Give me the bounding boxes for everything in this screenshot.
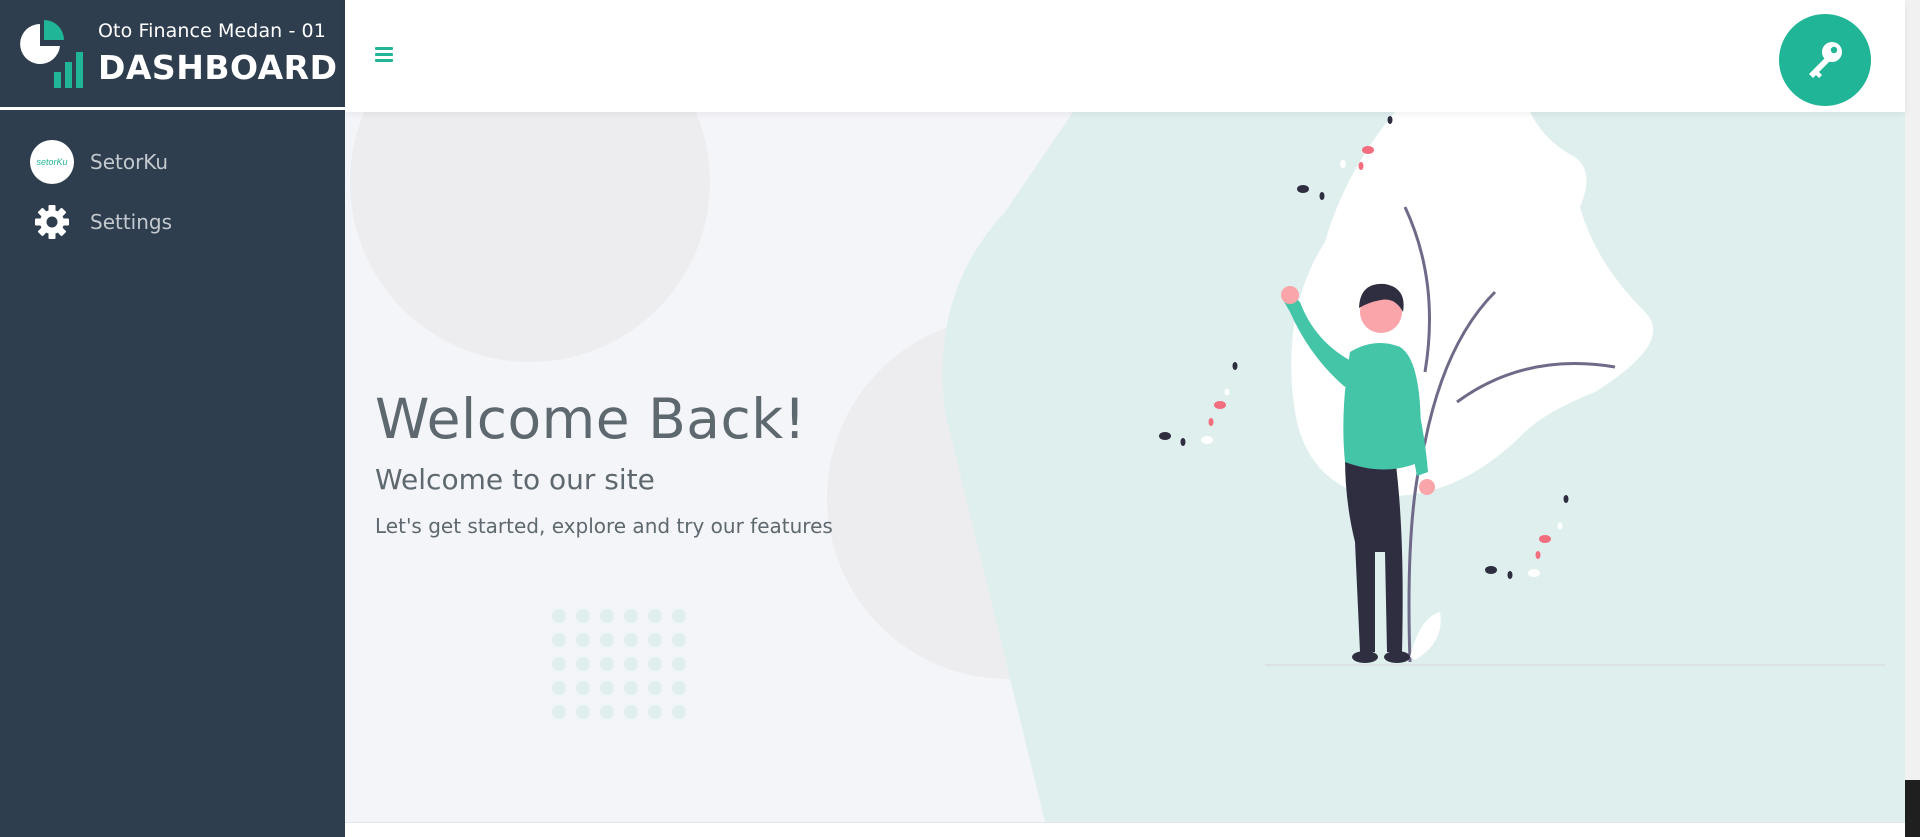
sidebar-item-settings[interactable]: Settings xyxy=(0,192,345,252)
hamburger-icon[interactable] xyxy=(375,47,393,63)
sidebar-item-setorku[interactable]: setorKu SetorKu xyxy=(0,132,345,192)
sidebar: Oto Finance Medan - 01 DASHBOARD setorKu… xyxy=(0,0,345,837)
decor-circle xyxy=(827,317,1189,679)
dashboard-logo-icon xyxy=(12,16,88,92)
decor-circle xyxy=(350,112,710,362)
welcome-description: Let's get started, explore and try our f… xyxy=(375,514,833,538)
setorku-logo-text: setorKu xyxy=(36,157,68,167)
welcome-title: Welcome Back! xyxy=(375,387,807,451)
welcome-section: Welcome Back! Welcome to our site Let's … xyxy=(375,387,833,538)
main-content: Welcome Back! Welcome to our site Let's … xyxy=(345,112,1905,822)
welcome-subtitle: Welcome to our site xyxy=(375,463,655,496)
sidebar-menu: setorKu SetorKu Settings xyxy=(0,110,345,252)
user-menu-button[interactable] xyxy=(1779,14,1871,106)
setorku-logo-icon: setorKu xyxy=(30,140,74,184)
topbar xyxy=(345,0,1905,112)
brand[interactable]: Oto Finance Medan - 01 DASHBOARD xyxy=(0,0,345,110)
key-icon xyxy=(1809,42,1842,78)
decor-dots xyxy=(552,609,686,719)
footer xyxy=(345,822,1905,837)
sidebar-item-label: SetorKu xyxy=(90,150,169,174)
scrollbar-thumb[interactable] xyxy=(1905,780,1920,837)
brand-subtitle: Oto Finance Medan - 01 xyxy=(98,20,326,42)
gear-icon xyxy=(30,200,74,244)
sidebar-item-label: Settings xyxy=(90,210,173,234)
brand-title: DASHBOARD xyxy=(98,48,338,87)
page-scrollbar[interactable] xyxy=(1905,0,1920,837)
